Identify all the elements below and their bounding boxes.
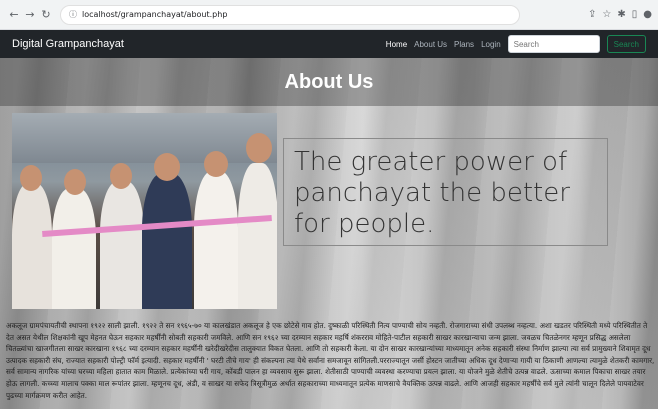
nav-login[interactable]: Login <box>481 40 501 49</box>
sidepanel-icon[interactable]: ▯ <box>632 9 638 20</box>
reload-icon[interactable]: ↻ <box>38 8 54 21</box>
nav-about-us[interactable]: About Us <box>414 40 447 49</box>
star-icon[interactable]: ☆ <box>602 9 611 20</box>
share-icon[interactable]: ⇪ <box>588 9 596 20</box>
address-bar[interactable]: ⓘ localhost/grampanchayat/about.php <box>60 4 520 25</box>
inauguration-photo <box>12 113 277 309</box>
main-content: About Us The greater power of panchayat … <box>0 58 658 409</box>
nav-plans[interactable]: Plans <box>454 40 474 49</box>
back-icon[interactable]: ← <box>6 8 22 21</box>
tagline-box: The greater power of panchayat the bette… <box>283 138 608 246</box>
search-button[interactable]: Search <box>606 35 646 53</box>
about-description: अकलूज ग्रामपंचायतीची स्थापना १९२२ साली झ… <box>6 321 655 400</box>
title-band: About Us <box>0 58 658 106</box>
page-title: About Us <box>284 70 374 93</box>
browser-toolbar: ← → ↻ ⓘ localhost/grampanchayat/about.ph… <box>0 0 658 30</box>
info-icon[interactable]: ⓘ <box>69 9 77 20</box>
extensions-icon[interactable]: ✱ <box>617 9 625 20</box>
forward-icon[interactable]: → <box>22 8 38 21</box>
profile-icon[interactable]: ● <box>643 9 652 20</box>
nav-links: Home About Us Plans Login Search <box>386 35 646 53</box>
url-text: localhost/grampanchayat/about.php <box>82 10 228 19</box>
tagline: The greater power of panchayat the bette… <box>294 147 570 239</box>
site-brand[interactable]: Digital Grampanchayat <box>12 38 124 50</box>
nav-home[interactable]: Home <box>386 40 407 49</box>
search-input[interactable] <box>507 35 600 53</box>
site-navbar: Digital Grampanchayat Home About Us Plan… <box>0 30 658 58</box>
